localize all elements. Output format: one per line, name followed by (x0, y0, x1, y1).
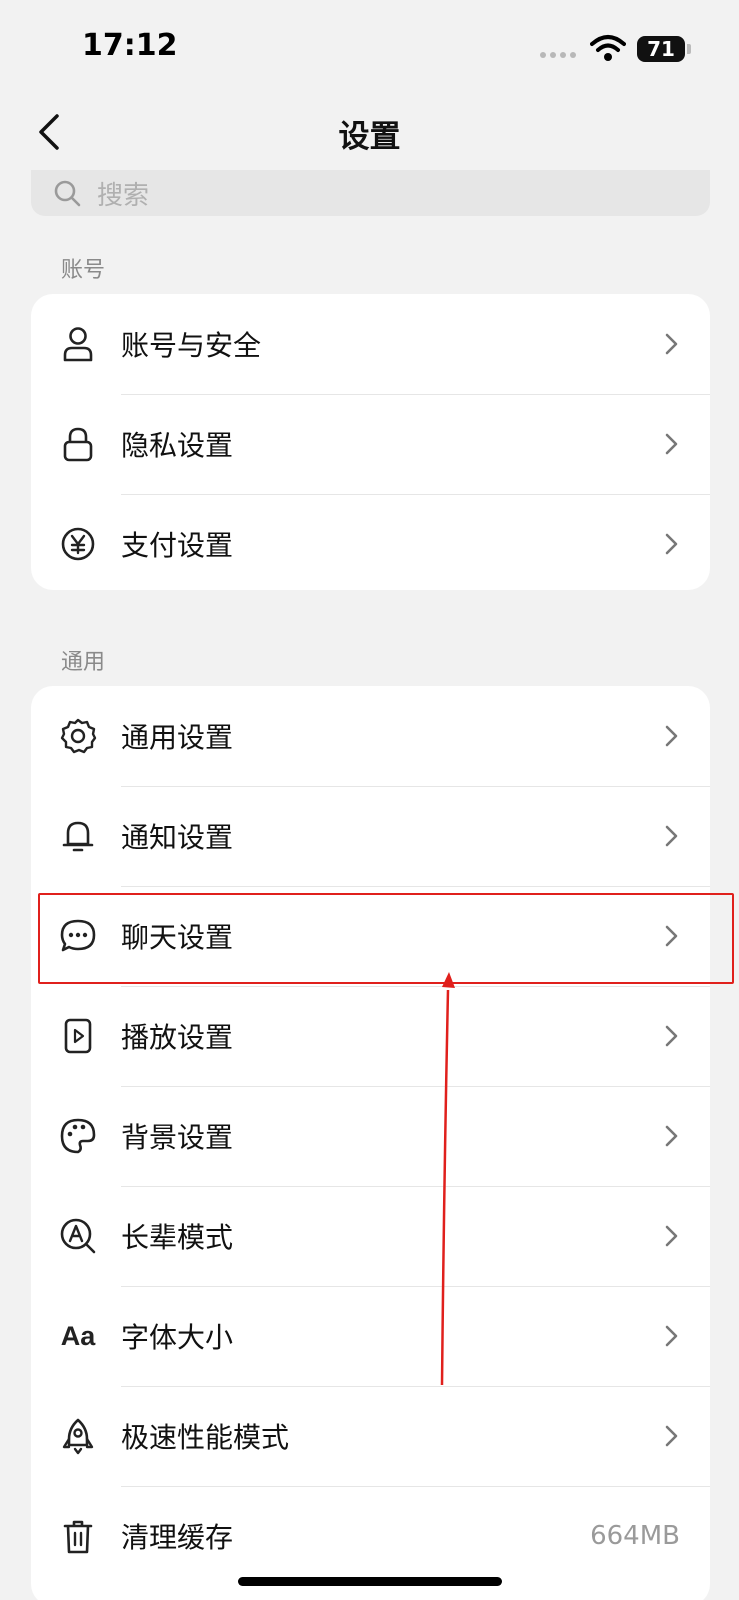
cellular-signal-icon (540, 52, 576, 58)
menu-item-label: 长辈模式 (121, 1221, 234, 1254)
menu-item-clear-cache[interactable]: 清理缓存 664MB (31, 1486, 710, 1586)
trash-icon (57, 1515, 99, 1557)
menu-item-label: 账号与安全 (121, 329, 262, 362)
menu-item-label: 隐私设置 (121, 429, 234, 462)
menu-item-notification-settings[interactable]: 通知设置 (31, 786, 710, 886)
chevron-right-icon (665, 1225, 678, 1247)
chevron-right-icon (665, 1025, 678, 1047)
palette-icon (57, 1115, 99, 1157)
menu-item-playback-settings[interactable]: 播放设置 (31, 986, 710, 1086)
chevron-right-icon (665, 825, 678, 847)
chevron-right-icon (665, 1325, 678, 1347)
lock-icon (57, 423, 99, 465)
chevron-right-icon (665, 433, 678, 455)
cache-size-value: 664MB (590, 1521, 680, 1551)
menu-item-label: 通知设置 (121, 821, 234, 854)
menu-item-label: 播放设置 (121, 1021, 234, 1054)
chevron-right-icon (665, 1425, 678, 1447)
battery-level: 71 (647, 37, 675, 61)
section-label-account: 账号 (61, 258, 106, 283)
status-time: 17:12 (82, 28, 178, 63)
menu-item-label: 背景设置 (121, 1121, 234, 1154)
menu-item-general-settings[interactable]: 通用设置 (31, 686, 710, 786)
search-input[interactable]: 搜索 (31, 170, 710, 216)
bell-icon (57, 815, 99, 857)
chevron-right-icon (665, 925, 678, 947)
yen-icon (57, 523, 99, 565)
elder-mode-icon (57, 1215, 99, 1257)
rocket-icon (57, 1415, 99, 1457)
person-icon (57, 323, 99, 365)
page-title: 设置 (338, 119, 401, 155)
search-icon (54, 180, 81, 207)
menu-item-label: 字体大小 (121, 1321, 234, 1354)
menu-item-performance-mode[interactable]: 极速性能模式 (31, 1386, 710, 1486)
nav-bar: 设置 (0, 95, 739, 175)
search-placeholder: 搜索 (97, 180, 150, 211)
menu-item-label: 极速性能模式 (121, 1421, 290, 1454)
wifi-icon (590, 35, 626, 61)
menu-item-label: 通用设置 (121, 721, 234, 754)
section-label-general: 通用 (61, 650, 106, 675)
account-settings-card: 账号与安全 隐私设置 支付设置 (31, 294, 710, 590)
home-indicator[interactable] (238, 1577, 502, 1586)
menu-item-elder-mode[interactable]: 长辈模式 (31, 1186, 710, 1286)
menu-item-label: 清理缓存 (121, 1521, 234, 1554)
menu-item-label: 聊天设置 (121, 921, 234, 954)
play-icon (57, 1015, 99, 1057)
menu-item-payment[interactable]: 支付设置 (31, 494, 710, 590)
menu-item-font-size[interactable]: Aa 字体大小 (31, 1286, 710, 1386)
font-size-icon: Aa (60, 1320, 96, 1351)
menu-item-background-settings[interactable]: 背景设置 (31, 1086, 710, 1186)
menu-item-label: 支付设置 (121, 529, 234, 562)
chevron-right-icon (665, 1125, 678, 1147)
menu-item-account-security[interactable]: 账号与安全 (31, 294, 710, 394)
general-settings-card: 通用设置 通知设置 聊天设置 播放设置 背景设置 长辈模式 Aa 字体大小 极速… (31, 686, 710, 1600)
chevron-right-icon (665, 533, 678, 555)
chevron-right-icon (665, 333, 678, 355)
menu-item-privacy[interactable]: 隐私设置 (31, 394, 710, 494)
battery-indicator: 71 (637, 36, 691, 62)
status-bar: 17:12 71 (0, 0, 739, 90)
chevron-right-icon (665, 725, 678, 747)
gear-icon (57, 715, 99, 757)
menu-item-chat-settings[interactable]: 聊天设置 (31, 886, 710, 986)
chat-bubble-icon (57, 915, 99, 957)
